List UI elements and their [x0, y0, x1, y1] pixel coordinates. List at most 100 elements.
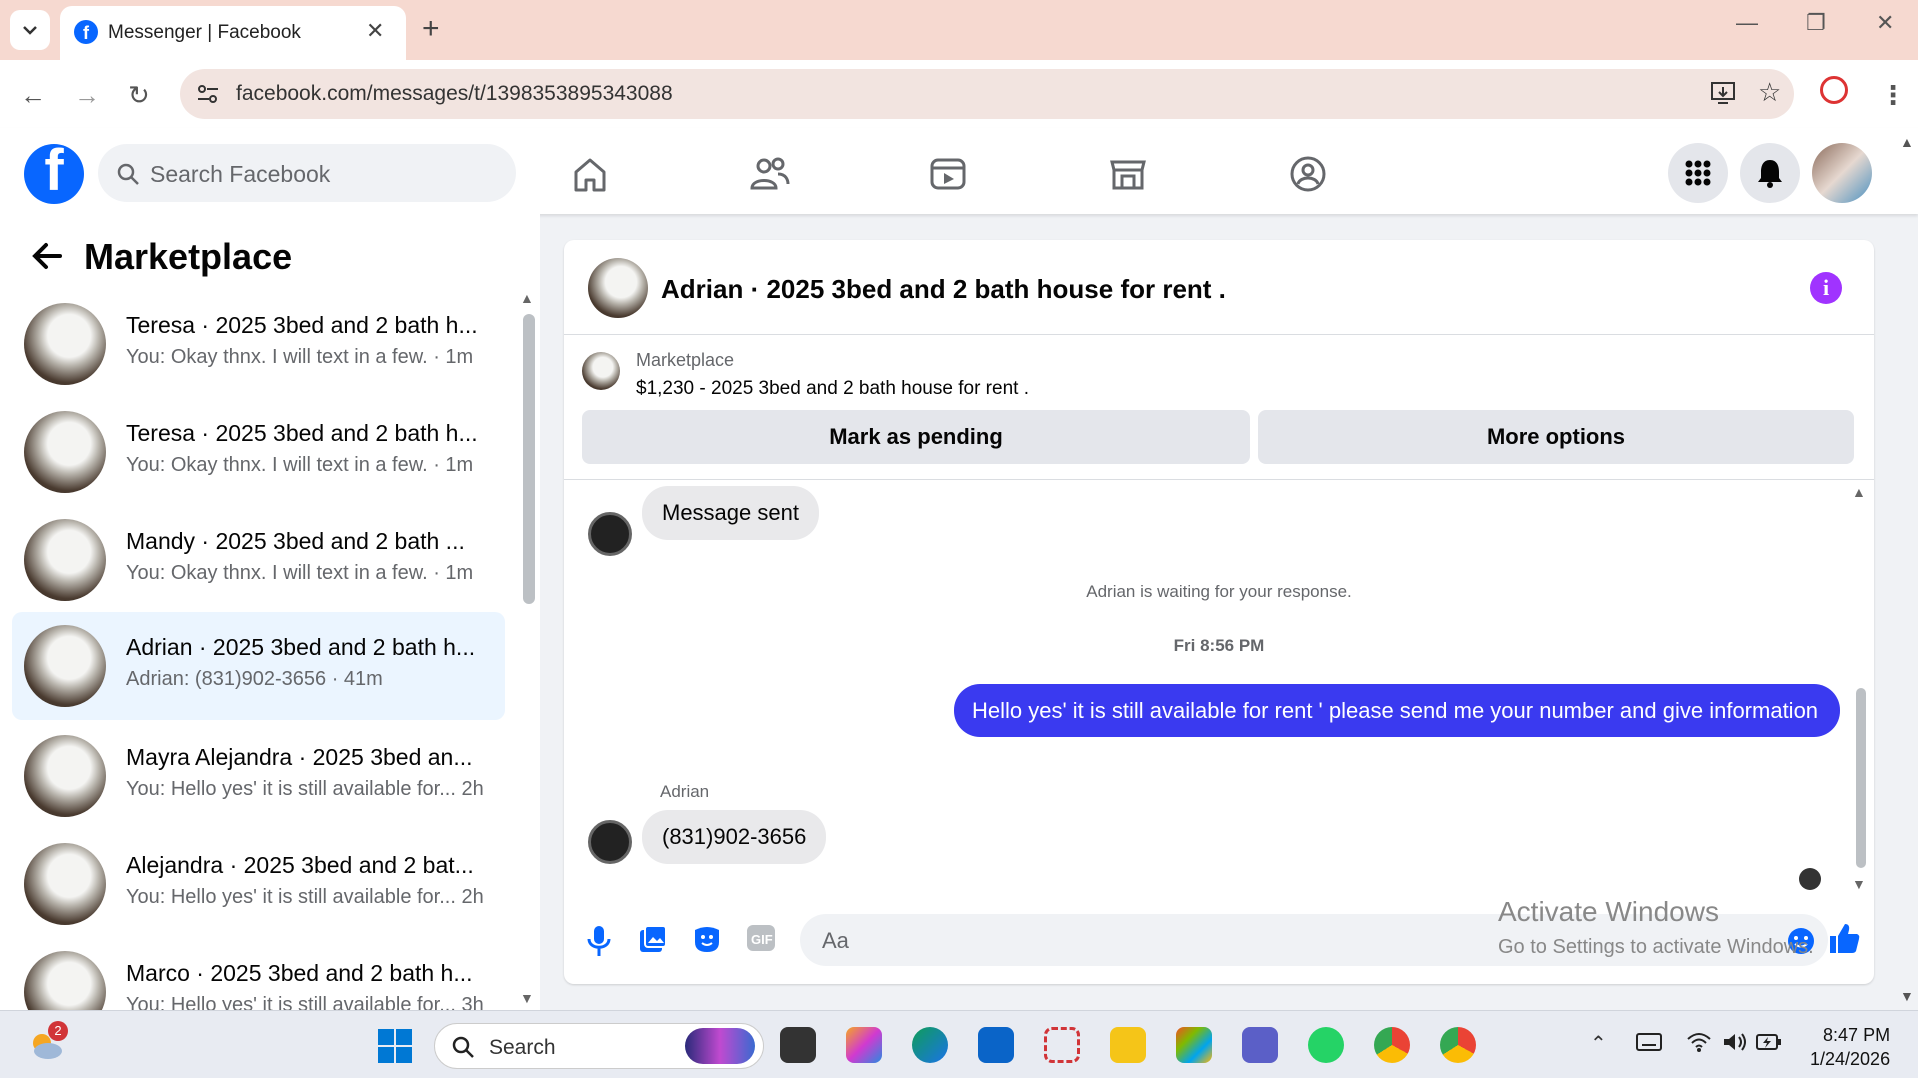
- marketplace-icon[interactable]: [1106, 152, 1150, 196]
- address-bar[interactable]: facebook.com/messages/t/1398353895343088…: [180, 69, 1794, 119]
- chat-header: Adrian · 2025 3bed and 2 bath house for …: [564, 240, 1874, 335]
- conversation-snippet: You: Hello yes' it is still available fo…: [126, 994, 484, 1010]
- message-timestamp: Fri 8:56 PM: [1173, 636, 1265, 655]
- conversation-item[interactable]: Marco · 2025 3bed and 2 bath h... You: H…: [12, 938, 505, 1010]
- sender-name: Adrian: [660, 782, 710, 801]
- thumbs-up-icon[interactable]: [1826, 920, 1862, 956]
- outlook-icon[interactable]: [978, 1027, 1014, 1063]
- home-icon[interactable]: [568, 152, 612, 196]
- whatsapp-icon[interactable]: [1308, 1027, 1344, 1063]
- chrome-menu-icon[interactable]: ⋮: [1880, 80, 1906, 111]
- message-bubble: Message sent: [642, 486, 819, 540]
- new-tab-button[interactable]: +: [422, 12, 440, 46]
- sidebar-title: Marketplace: [84, 236, 293, 277]
- scroll-up-arrow-icon[interactable]: ▲: [520, 290, 534, 306]
- facebook-logo-icon[interactable]: f: [24, 144, 84, 204]
- listing-price-title[interactable]: $1,230 - 2025 3bed and 2 bath house for …: [636, 378, 1029, 400]
- sender-avatar[interactable]: [588, 820, 632, 864]
- sender-avatar[interactable]: [588, 512, 632, 556]
- chrome-profile-icon[interactable]: [1440, 1027, 1476, 1063]
- listing-thumbnail: [24, 411, 106, 493]
- conversation-item-active[interactable]: Adrian · 2025 3bed and 2 bath h... Adria…: [12, 612, 505, 720]
- account-avatar[interactable]: [1812, 143, 1872, 203]
- notifications-button[interactable]: [1740, 143, 1800, 203]
- facebook-search-input[interactable]: Search Facebook: [98, 144, 516, 202]
- scroll-up-arrow-icon[interactable]: ▲: [1852, 484, 1866, 500]
- menu-grid-button[interactable]: [1668, 143, 1728, 203]
- sidebar-scrollbar[interactable]: [523, 314, 535, 604]
- back-arrow-icon[interactable]: ←: [20, 80, 46, 111]
- clock-date: 1/24/2026: [1810, 1049, 1891, 1069]
- taskbar-search-box[interactable]: Search: [434, 1023, 764, 1069]
- message-input-placeholder: Aa: [822, 928, 849, 953]
- search-icon: [452, 1036, 474, 1058]
- tab-search-dropdown[interactable]: [10, 10, 50, 50]
- conversation-snippet: You: Hello yes' it is still available fo…: [126, 778, 484, 800]
- site-settings-icon[interactable]: [196, 83, 220, 105]
- bell-icon: [1758, 160, 1782, 188]
- conversation-name: Teresa · 2025 3bed and 2 bath h...: [126, 420, 478, 446]
- edge-icon[interactable]: [912, 1027, 948, 1063]
- url-text[interactable]: facebook.com/messages/t/1398353895343088: [236, 82, 673, 106]
- file-explorer-icon[interactable]: [1110, 1027, 1146, 1063]
- video-icon[interactable]: [926, 152, 970, 196]
- task-view-icon[interactable]: [780, 1027, 816, 1063]
- volume-icon[interactable]: [1722, 1031, 1748, 1053]
- chrome-icon[interactable]: [1374, 1027, 1410, 1063]
- info-icon[interactable]: i: [1810, 272, 1842, 304]
- reload-icon[interactable]: ↻: [128, 80, 150, 111]
- listing-thumbnail: [24, 843, 106, 925]
- conversation-item[interactable]: Alejandra · 2025 3bed and 2 bat... You: …: [12, 830, 505, 938]
- waiting-notice: Adrian is waiting for your response.: [1086, 582, 1352, 601]
- close-tab-icon[interactable]: ✕: [366, 18, 384, 44]
- scroll-down-arrow-icon[interactable]: ▼: [520, 990, 534, 1006]
- copilot-icon[interactable]: [846, 1027, 882, 1063]
- conversation-snippet: You: Okay thnx. I will text in a few. · …: [126, 562, 474, 584]
- minimize-button[interactable]: —: [1736, 10, 1758, 36]
- restore-button[interactable]: ❐: [1806, 10, 1826, 36]
- profile-icon[interactable]: [1820, 76, 1848, 104]
- sticker-icon[interactable]: [692, 924, 722, 954]
- chat-scrollbar[interactable]: [1856, 688, 1866, 868]
- conversation-item[interactable]: Teresa · 2025 3bed and 2 bath h... You: …: [12, 290, 505, 398]
- browser-tab[interactable]: f Messenger | Facebook ✕: [60, 6, 406, 60]
- microsoft-store-icon[interactable]: [1176, 1027, 1212, 1063]
- page-scroll-up-icon[interactable]: ▲: [1900, 134, 1914, 150]
- more-options-button[interactable]: More options: [1258, 410, 1854, 464]
- mark-as-pending-button[interactable]: Mark as pending: [582, 410, 1250, 464]
- microphone-icon[interactable]: [586, 924, 612, 958]
- windows-start-icon[interactable]: [378, 1029, 412, 1063]
- listing-label: Marketplace: [636, 350, 735, 370]
- conversation-name: Mandy · 2025 3bed and 2 bath ...: [126, 528, 465, 554]
- listing-banner: Marketplace $1,230 - 2025 3bed and 2 bat…: [564, 336, 1874, 480]
- chevron-up-icon[interactable]: ⌃: [1590, 1031, 1607, 1056]
- close-window-button[interactable]: ✕: [1876, 10, 1894, 36]
- friends-icon[interactable]: [748, 152, 792, 196]
- conversation-item[interactable]: Mayra Alejandra · 2025 3bed an... You: H…: [12, 722, 505, 830]
- groups-icon[interactable]: [1286, 152, 1330, 196]
- snipping-tool-icon[interactable]: [1044, 1027, 1080, 1063]
- conversation-item[interactable]: Teresa · 2025 3bed and 2 bath h... You: …: [12, 398, 505, 506]
- page-scroll-down-icon[interactable]: ▼: [1900, 988, 1914, 1004]
- weather-widget[interactable]: 2: [28, 1021, 68, 1061]
- install-app-icon[interactable]: [1710, 81, 1736, 105]
- listing-thumbnail: [24, 735, 106, 817]
- listing-thumbnail[interactable]: [582, 352, 620, 390]
- system-clock[interactable]: 8:47 PM 1/24/2026: [1810, 1023, 1890, 1071]
- chat-title[interactable]: Adrian · 2025 3bed and 2 bath house for …: [661, 274, 1226, 305]
- search-icon: [117, 163, 139, 185]
- back-arrow-icon[interactable]: [30, 240, 66, 272]
- svg-text:GIF: GIF: [751, 932, 773, 947]
- photo-icon[interactable]: [638, 924, 668, 954]
- forward-arrow-icon[interactable]: →: [74, 80, 100, 111]
- bookmark-star-icon[interactable]: ☆: [1758, 77, 1781, 108]
- teams-icon[interactable]: [1242, 1027, 1278, 1063]
- conversation-item[interactable]: Mandy · 2025 3bed and 2 bath ... You: Ok…: [12, 506, 505, 614]
- battery-icon[interactable]: [1756, 1033, 1782, 1051]
- chat-avatar[interactable]: [588, 258, 648, 318]
- listing-thumbnail: [24, 303, 106, 385]
- wifi-icon[interactable]: [1686, 1031, 1712, 1053]
- scroll-down-arrow-icon[interactable]: ▼: [1852, 876, 1866, 892]
- gif-icon[interactable]: GIF: [746, 924, 776, 952]
- keyboard-icon[interactable]: [1636, 1033, 1662, 1053]
